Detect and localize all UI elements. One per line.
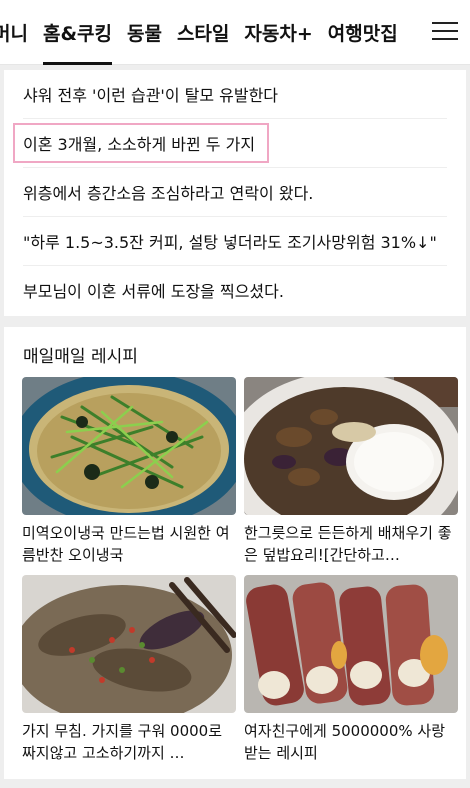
news-item-highlighted[interactable]: 이혼 3개월, 소소하게 바뀐 두 가지 [13, 119, 447, 168]
tab-animals[interactable]: 동물 [127, 19, 162, 46]
news-title: 샤워 전후 '이런 습관'이 탈모 유발한다 [23, 86, 279, 105]
category-tabs: 머니 홈&쿠킹 동물 스타일 자동차+ 여행맛집 [0, 0, 413, 65]
news-item[interactable]: "하루 1.5~3.5잔 커피, 설탕 넣더라도 조기사망위험 31%↓" [23, 217, 447, 266]
recipe-caption: 여자친구에게 5000000% 사랑 받는 레시피 [244, 722, 445, 762]
news-title: 이혼 3개월, 소소하게 바뀐 두 가지 [13, 123, 270, 163]
news-item[interactable]: 위층에서 층간소음 조심하라고 연락이 왔다. [23, 168, 447, 217]
recipe-caption: 가지 무침. 가지를 구워 0000로 짜지않고 고소하기까지 … [22, 722, 223, 762]
recipe-card[interactable]: 미역오이냉국 만드는법 시원한 여름반찬 오이냉국 [22, 377, 236, 566]
recipe-thumbnail-bacon-rolls [244, 575, 458, 713]
recipe-thumbnail-eggplant [22, 575, 236, 713]
recipe-caption: 한그릇으로 든든하게 배채우기 좋은 덮밥요리![간단하고… [244, 524, 452, 564]
recipe-card[interactable]: 여자친구에게 5000000% 사랑 받는 레시피 [244, 575, 458, 764]
hamburger-menu-icon[interactable] [432, 22, 458, 42]
recipe-thumbnail-rice-bowl [244, 377, 458, 515]
tab-money[interactable]: 머니 [0, 19, 28, 46]
recipe-caption: 미역오이냉국 만드는법 시원한 여름반찬 오이냉국 [22, 524, 230, 564]
news-list: 샤워 전후 '이런 습관'이 탈모 유발한다 이혼 3개월, 소소하게 바뀐 두… [4, 70, 466, 316]
section-title: 매일매일 레시피 [23, 347, 138, 367]
recipe-section: 매일매일 레시피 미역오이냉국 만드는법 시원한 여름반찬 오이냉국 한그릇으로… [4, 327, 466, 779]
tab-home-cooking[interactable]: 홈&쿠킹 [42, 19, 112, 65]
news-title: 위층에서 층간소음 조심하라고 연락이 왔다. [23, 184, 314, 203]
tab-style[interactable]: 스타일 [177, 19, 229, 46]
news-item[interactable]: 샤워 전후 '이런 습관'이 탈모 유발한다 [23, 70, 447, 119]
recipe-card[interactable]: 한그릇으로 든든하게 배채우기 좋은 덮밥요리![간단하고… [244, 377, 458, 566]
recipe-card[interactable]: 가지 무침. 가지를 구워 0000로 짜지않고 고소하기까지 … [22, 575, 236, 764]
tab-cars[interactable]: 자동차+ [244, 19, 312, 46]
news-title: "하루 1.5~3.5잔 커피, 설탕 넣더라도 조기사망위험 31%↓" [23, 233, 437, 252]
recipe-thumbnail-soup [22, 377, 236, 515]
news-item[interactable]: 부모님이 이혼 서류에 도장을 찍으셨다. [23, 266, 447, 314]
top-navigation: 머니 홈&쿠킹 동물 스타일 자동차+ 여행맛집 [0, 0, 470, 65]
tab-travel-food[interactable]: 여행맛집 [328, 19, 398, 46]
news-title: 부모님이 이혼 서류에 도장을 찍으셨다. [23, 282, 284, 301]
